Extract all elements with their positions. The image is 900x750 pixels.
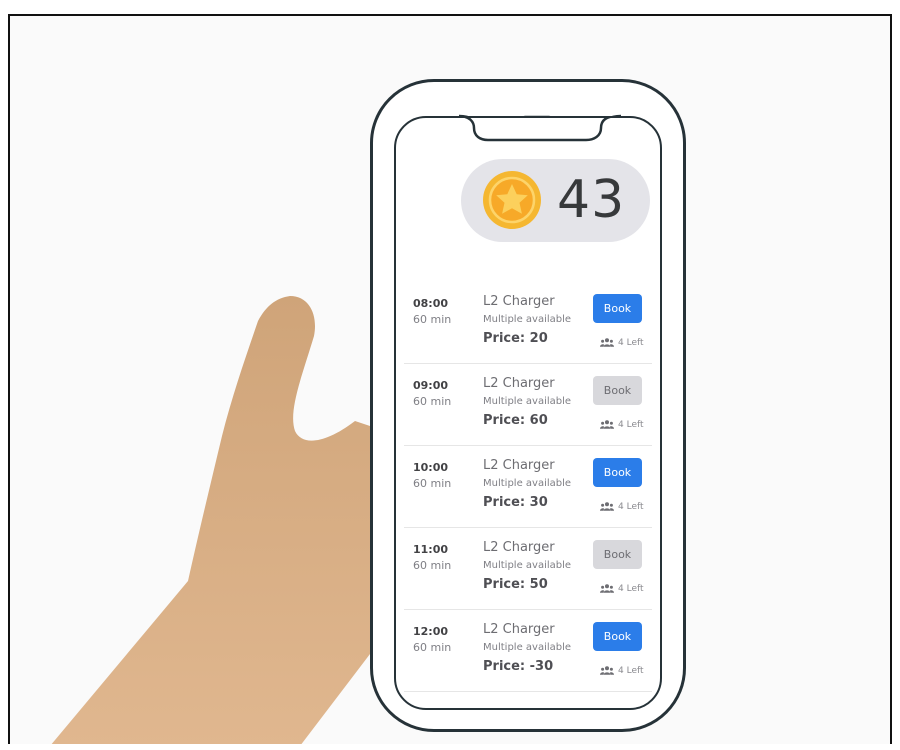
slot-row-1000: 10:00 60 min L2 Charger Multiple availab… bbox=[404, 445, 652, 528]
spots-left-label: 4 Left bbox=[618, 338, 644, 348]
phone-screen: 43 08:00 60 min L2 Charger Multiple avai… bbox=[394, 116, 662, 710]
charger-availability: Multiple available bbox=[483, 396, 572, 407]
charger-availability: Multiple available bbox=[483, 642, 572, 653]
slot-price: Price: 50 bbox=[483, 577, 548, 592]
charger-name: L2 Charger bbox=[483, 622, 555, 637]
book-button[interactable]: Book bbox=[593, 376, 642, 405]
slot-price: Price: 30 bbox=[483, 495, 548, 510]
charger-name: L2 Charger bbox=[483, 458, 555, 473]
people-icon bbox=[600, 666, 614, 675]
spots-left-label: 4 Left bbox=[618, 502, 644, 512]
slot-duration: 60 min bbox=[413, 641, 452, 654]
spots-left-label: 4 Left bbox=[618, 584, 644, 594]
spots-left-label: 4 Left bbox=[618, 666, 644, 676]
charger-name: L2 Charger bbox=[483, 376, 555, 391]
spots-left: 4 Left bbox=[600, 420, 644, 430]
phone-device: 43 08:00 60 min L2 Charger Multiple avai… bbox=[370, 79, 686, 732]
people-icon bbox=[600, 584, 614, 593]
charger-name: L2 Charger bbox=[483, 540, 555, 555]
slot-row-1100: 11:00 60 min L2 Charger Multiple availab… bbox=[404, 527, 652, 610]
slot-price: Price: 60 bbox=[483, 413, 548, 428]
slot-duration: 60 min bbox=[413, 395, 452, 408]
slot-duration: 60 min bbox=[413, 559, 452, 572]
screen-notch-cutout bbox=[464, 118, 611, 142]
star-coin-icon bbox=[483, 171, 541, 229]
slot-time: 10:00 bbox=[413, 461, 449, 474]
spots-left-label: 4 Left bbox=[618, 420, 644, 430]
people-icon bbox=[600, 420, 614, 429]
people-icon bbox=[600, 502, 614, 511]
book-button[interactable]: Book bbox=[593, 540, 642, 569]
charger-availability: Multiple available bbox=[483, 314, 572, 325]
slot-duration: 60 min bbox=[413, 313, 452, 326]
charger-availability: Multiple available bbox=[483, 478, 572, 489]
slot-price: Price: 20 bbox=[483, 331, 548, 346]
slot-price: Price: -30 bbox=[483, 659, 554, 674]
slot-row-0800: 08:00 60 min L2 Charger Multiple availab… bbox=[404, 281, 652, 364]
slot-time: 09:00 bbox=[413, 379, 449, 392]
slot-row-1200: 12:00 60 min L2 Charger Multiple availab… bbox=[404, 609, 652, 692]
book-button[interactable]: Book bbox=[593, 294, 642, 323]
spots-left: 4 Left bbox=[600, 502, 644, 512]
slot-duration: 60 min bbox=[413, 477, 452, 490]
slot-time: 08:00 bbox=[413, 297, 449, 310]
people-icon bbox=[600, 338, 614, 347]
coin-balance: 43 bbox=[461, 159, 650, 242]
book-button[interactable]: Book bbox=[593, 622, 642, 651]
slot-time: 11:00 bbox=[413, 543, 449, 556]
spots-left: 4 Left bbox=[600, 338, 644, 348]
slot-time: 12:00 bbox=[413, 625, 449, 638]
spots-left: 4 Left bbox=[600, 584, 644, 594]
illustration-frame: 43 08:00 60 min L2 Charger Multiple avai… bbox=[8, 14, 892, 744]
slot-row-0900: 09:00 60 min L2 Charger Multiple availab… bbox=[404, 363, 652, 446]
charger-availability: Multiple available bbox=[483, 560, 572, 571]
spots-left: 4 Left bbox=[600, 666, 644, 676]
coin-count: 43 bbox=[557, 170, 626, 230]
charger-name: L2 Charger bbox=[483, 294, 555, 309]
book-button[interactable]: Book bbox=[593, 458, 642, 487]
